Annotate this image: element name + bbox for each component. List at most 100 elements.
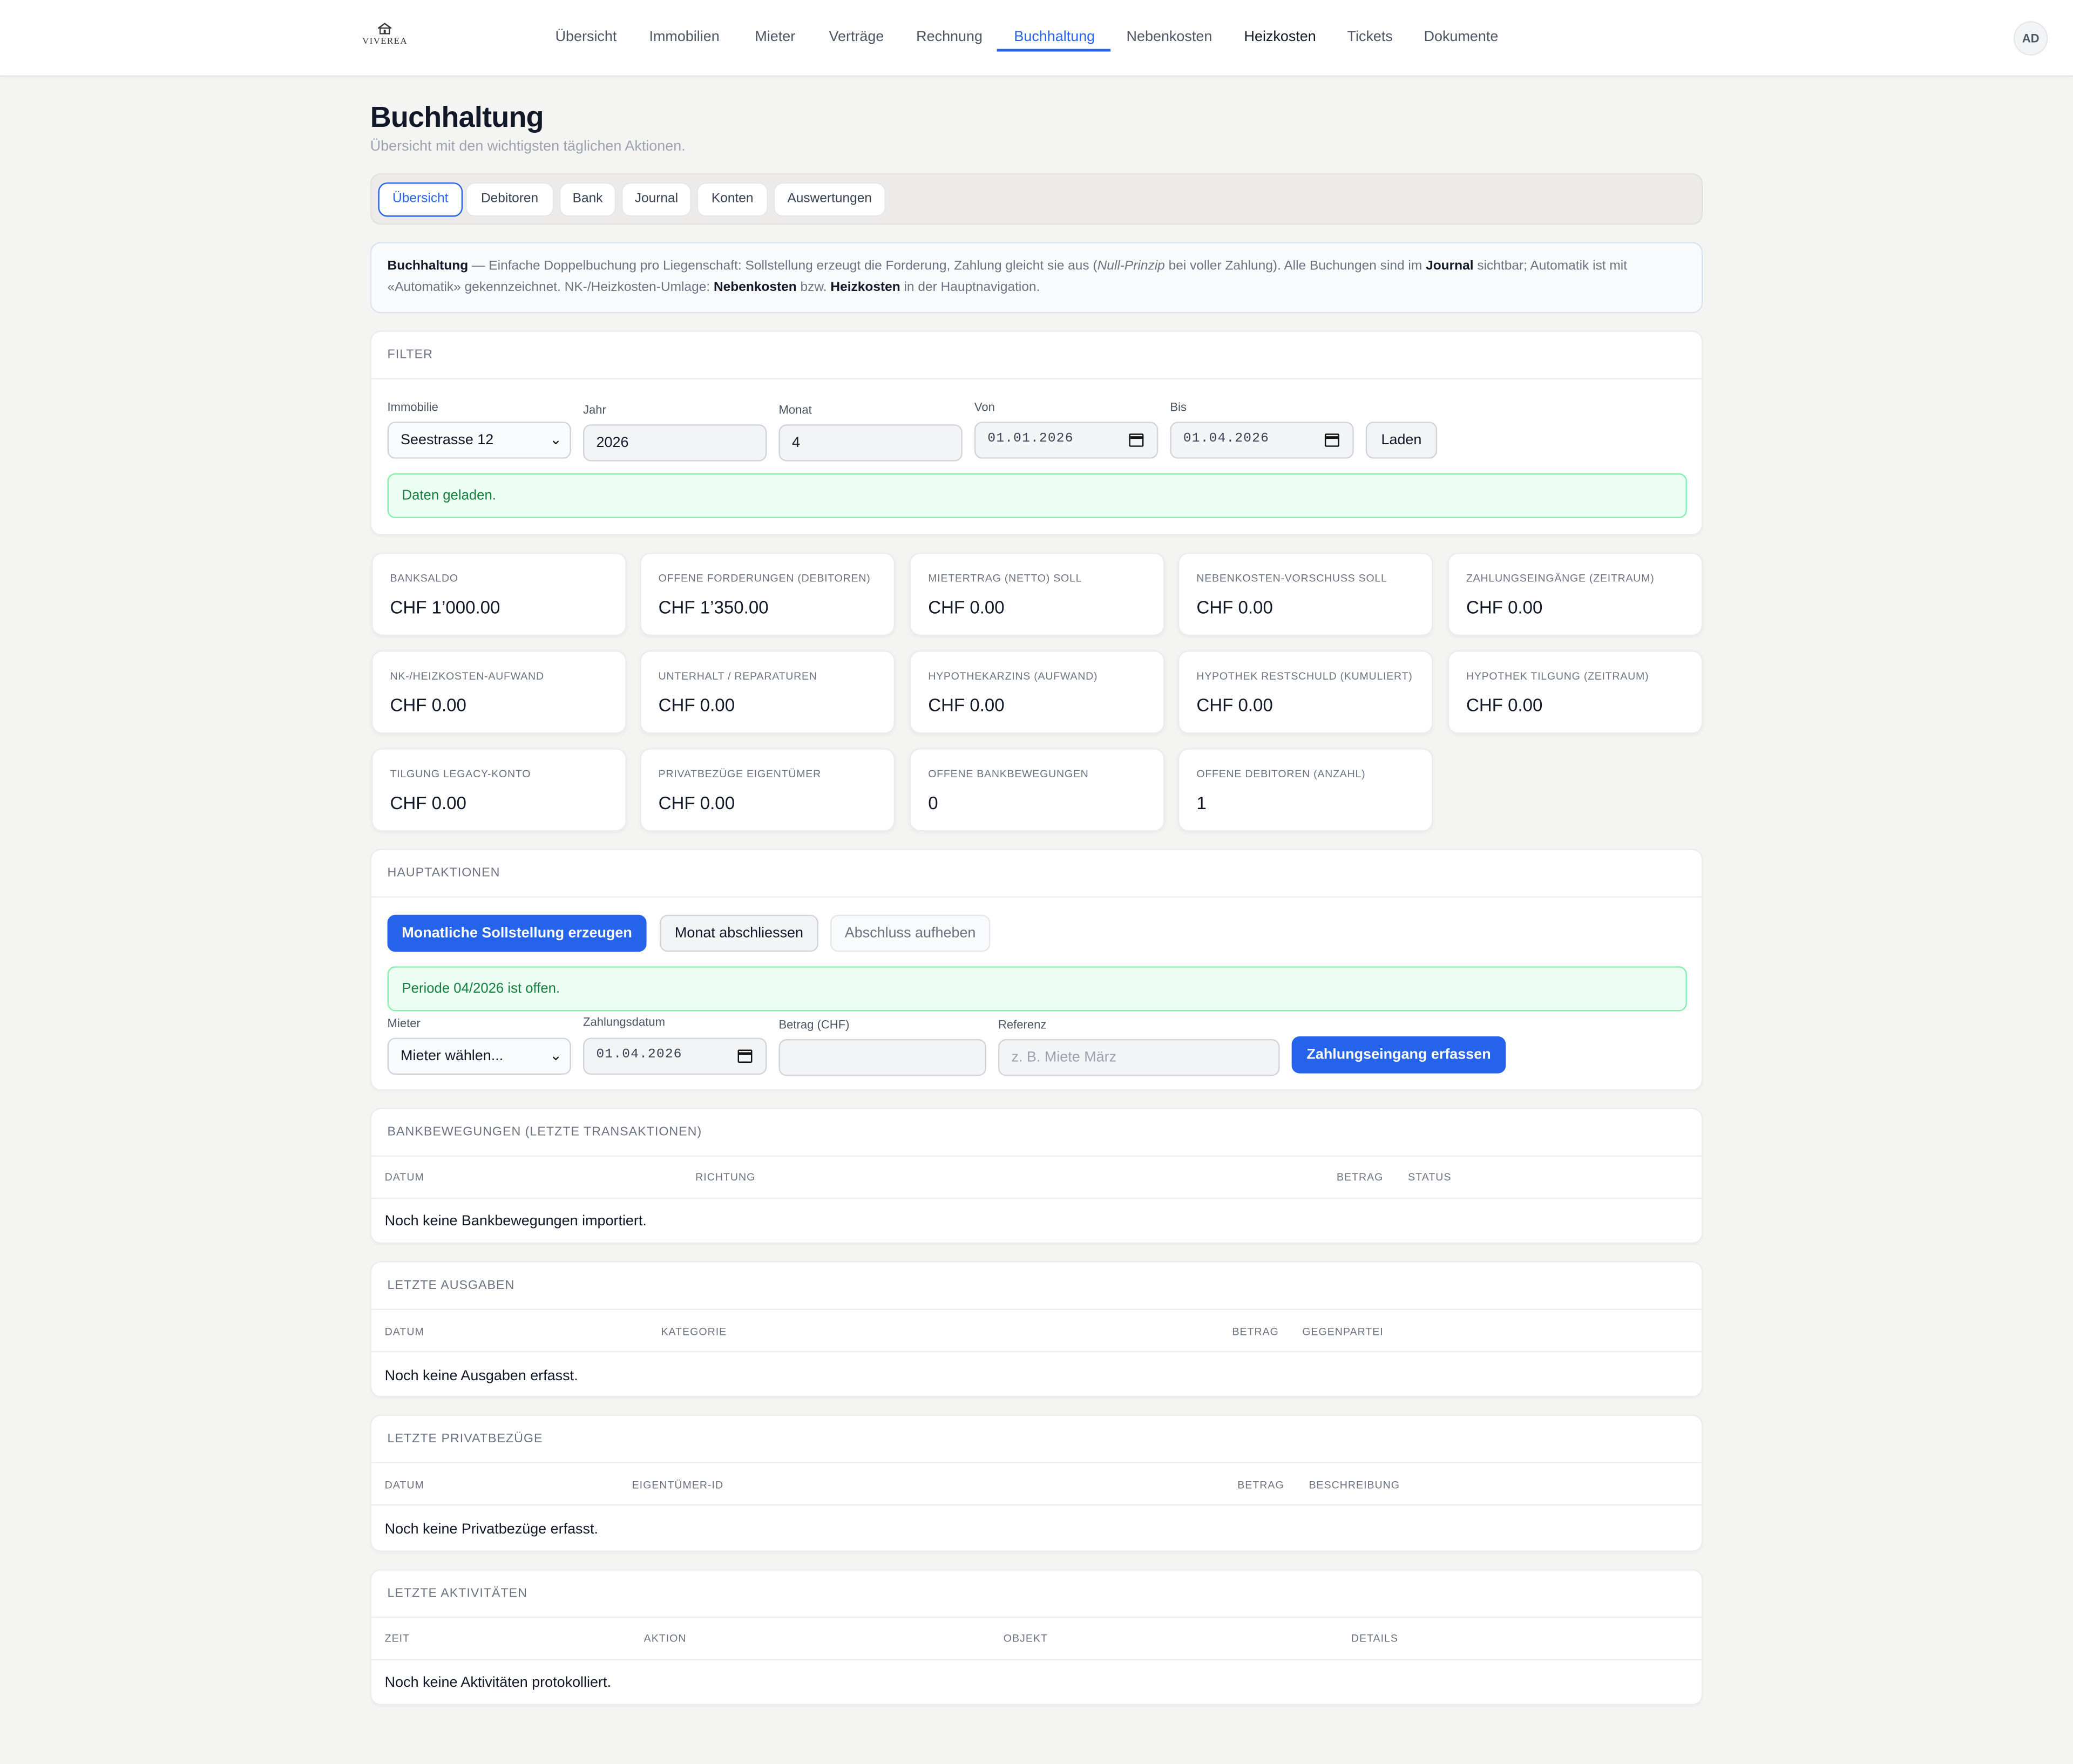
active-nav-indicator: [997, 49, 1111, 52]
tab-bank[interactable]: Bank: [559, 182, 617, 217]
load-button[interactable]: Laden: [1365, 422, 1438, 459]
kpi-label: Zahlungseingänge (Zeitraum): [1466, 572, 1655, 585]
kpi-card: Offene Forderungen (Debitoren) CHF 1’350…: [640, 552, 895, 636]
generate-sollstellung-button[interactable]: Monatliche Sollstellung erzeugen: [387, 914, 647, 952]
kpi-label: Mietertrag (netto) Soll: [928, 572, 1082, 585]
filter-status-alert: Daten geladen.: [387, 473, 1687, 519]
column-header: Datum: [384, 1171, 424, 1183]
nav-item-dokumente[interactable]: Dokumente: [1424, 26, 1499, 48]
monat-input[interactable]: 4: [778, 424, 963, 462]
von-date-input[interactable]: 01.01.2026: [974, 422, 1159, 459]
tab-auswertungen[interactable]: Auswertungen: [773, 182, 886, 217]
empty-state-text: Noch keine Ausgaben erfasst.: [384, 1368, 578, 1385]
sub-tab-bar: Übersicht Debitoren Bank Journal Konten …: [370, 173, 1703, 225]
chevron-down-icon: ⌄: [550, 432, 562, 449]
referenz-placeholder: z. B. Miete März: [1011, 1049, 1117, 1066]
logo-text: VIVEREA: [362, 36, 408, 46]
bis-date-input[interactable]: 01.04.2026: [1170, 422, 1354, 459]
kpi-label: Hypothek Restschuld (kumuliert): [1196, 670, 1413, 682]
info-journal-link: Journal: [1426, 259, 1474, 274]
main-actions-card: Hauptaktionen Monatliche Sollstellung er…: [370, 849, 1703, 1091]
column-header: Status: [1408, 1171, 1452, 1183]
page-subtitle: Übersicht mit den wichtigsten täglichen …: [370, 139, 686, 155]
column-header: Aktion: [643, 1632, 687, 1645]
info-null-prinzip: Null-Prinzip: [1097, 259, 1165, 274]
kpi-label: Tilgung Legacy-Konto: [390, 768, 531, 780]
mieter-value: Mieter wählen...: [401, 1048, 504, 1064]
kpi-card: Hypothekarzins (Aufwand) CHF 0.00: [909, 650, 1165, 734]
nav-item-buchhaltung[interactable]: Buchhaltung: [1014, 26, 1095, 48]
kpi-value: CHF 1’350.00: [658, 597, 769, 618]
info-text: bei voller Zahlung). Alle Buchungen sind…: [1164, 259, 1426, 274]
monat-label: Monat: [778, 403, 812, 417]
info-nebenkosten-link: Nebenkosten: [713, 280, 797, 295]
expenses-title: Letzte Ausgaben: [387, 1278, 515, 1293]
column-header: Betrag: [1336, 1171, 1384, 1183]
kpi-card: Mietertrag (netto) Soll CHF 0.00: [909, 552, 1165, 636]
calendar-icon[interactable]: [1129, 433, 1144, 447]
mieter-select[interactable]: Mieter wählen... ⌄: [387, 1037, 571, 1075]
zahlungsdatum-input[interactable]: 01.04.2026: [583, 1037, 767, 1075]
chevron-down-icon: ⌄: [550, 1048, 562, 1064]
kpi-card: Privatbezüge Eigentümer CHF 0.00: [640, 748, 895, 832]
jahr-input[interactable]: 2026: [583, 424, 767, 462]
kpi-value: CHF 0.00: [658, 793, 735, 813]
user-avatar[interactable]: AD: [2013, 21, 2048, 56]
kpi-card: Nebenkosten-Vorschuss Soll CHF 0.00: [1178, 552, 1433, 636]
kpi-card: Hypothek Restschuld (kumuliert) CHF 0.00: [1178, 650, 1433, 734]
close-month-button[interactable]: Monat abschliessen: [660, 914, 818, 952]
von-label: Von: [974, 401, 995, 414]
brand-logo[interactable]: VIVEREA: [362, 23, 407, 46]
immobilie-select[interactable]: Seestrasse 12 ⌄: [387, 422, 571, 459]
kpi-label: Privatbezüge Eigentümer: [658, 768, 821, 780]
tab-konten[interactable]: Konten: [696, 182, 768, 217]
kpi-card: Hypothek Tilgung (Zeitraum) CHF 0.00: [1447, 650, 1703, 734]
kpi-label: Hypothekarzins (Aufwand): [928, 670, 1098, 682]
tab-uebersicht[interactable]: Übersicht: [378, 182, 463, 217]
nav-item-heizkosten[interactable]: Heizkosten: [1244, 26, 1316, 48]
page-title: Buchhaltung: [370, 100, 544, 134]
kpi-label: Hypothek Tilgung (Zeitraum): [1466, 670, 1649, 682]
calendar-icon[interactable]: [1324, 433, 1339, 447]
kpi-card: Banksaldo CHF 1’000.00: [371, 552, 627, 636]
kpi-value: CHF 0.00: [1196, 597, 1273, 618]
kpi-card: Tilgung Legacy-Konto CHF 0.00: [371, 748, 627, 832]
kpi-value: CHF 0.00: [390, 695, 466, 715]
nav-item-rechnung[interactable]: Rechnung: [916, 26, 983, 48]
betrag-input[interactable]: [778, 1039, 986, 1076]
referenz-label: Referenz: [998, 1017, 1047, 1032]
column-header: Datum: [384, 1326, 424, 1338]
kpi-value: CHF 0.00: [1196, 695, 1273, 715]
nav-item-nebenkosten[interactable]: Nebenkosten: [1127, 26, 1212, 48]
tab-journal[interactable]: Journal: [621, 182, 692, 217]
nav-item-immobilien[interactable]: Immobilien: [649, 26, 719, 48]
bis-label: Bis: [1170, 401, 1187, 414]
tab-debitoren[interactable]: Debitoren: [465, 182, 554, 217]
table-divider: [371, 1504, 1702, 1506]
empty-state-text: Noch keine Privatbezüge erfasst.: [384, 1521, 598, 1538]
record-payment-button[interactable]: Zahlungseingang erfassen: [1291, 1036, 1506, 1074]
reopen-month-button[interactable]: Abschluss aufheben: [830, 914, 991, 952]
kpi-value: 1: [1196, 793, 1207, 813]
nav-item-uebersicht[interactable]: Übersicht: [555, 26, 617, 48]
nav-item-mieter[interactable]: Mieter: [755, 26, 795, 48]
filter-card-header: Filter: [371, 332, 1702, 379]
calendar-icon[interactable]: [737, 1049, 753, 1063]
kpi-card: Offene Debitoren (Anzahl) 1: [1178, 748, 1433, 832]
kpi-label: Offene Forderungen (Debitoren): [658, 572, 871, 585]
referenz-input[interactable]: z. B. Miete März: [998, 1039, 1280, 1076]
von-date-value: 01.01.2026: [987, 432, 1074, 447]
kpi-value: CHF 0.00: [928, 695, 1005, 715]
immobilie-value: Seestrasse 12: [401, 432, 494, 449]
kpi-card: NK-/Heizkosten-Aufwand CHF 0.00: [371, 650, 627, 734]
column-header: Gegenpartei: [1302, 1326, 1384, 1338]
column-header: Eigentümer-ID: [632, 1479, 724, 1491]
bank-transactions-card: Bankbewegungen (letzte Transaktionen) Da…: [370, 1108, 1703, 1244]
betrag-label: Betrag (CHF): [778, 1017, 850, 1032]
private-withdrawals-header: Letzte Privatbezüge: [371, 1416, 1702, 1464]
kpi-label: Offene Debitoren (Anzahl): [1196, 768, 1366, 780]
table-divider: [371, 1197, 1702, 1199]
nav-item-vertraege[interactable]: Verträge: [829, 26, 884, 48]
kpi-label: Unterhalt / Reparaturen: [658, 670, 817, 682]
nav-item-tickets[interactable]: Tickets: [1347, 26, 1393, 48]
